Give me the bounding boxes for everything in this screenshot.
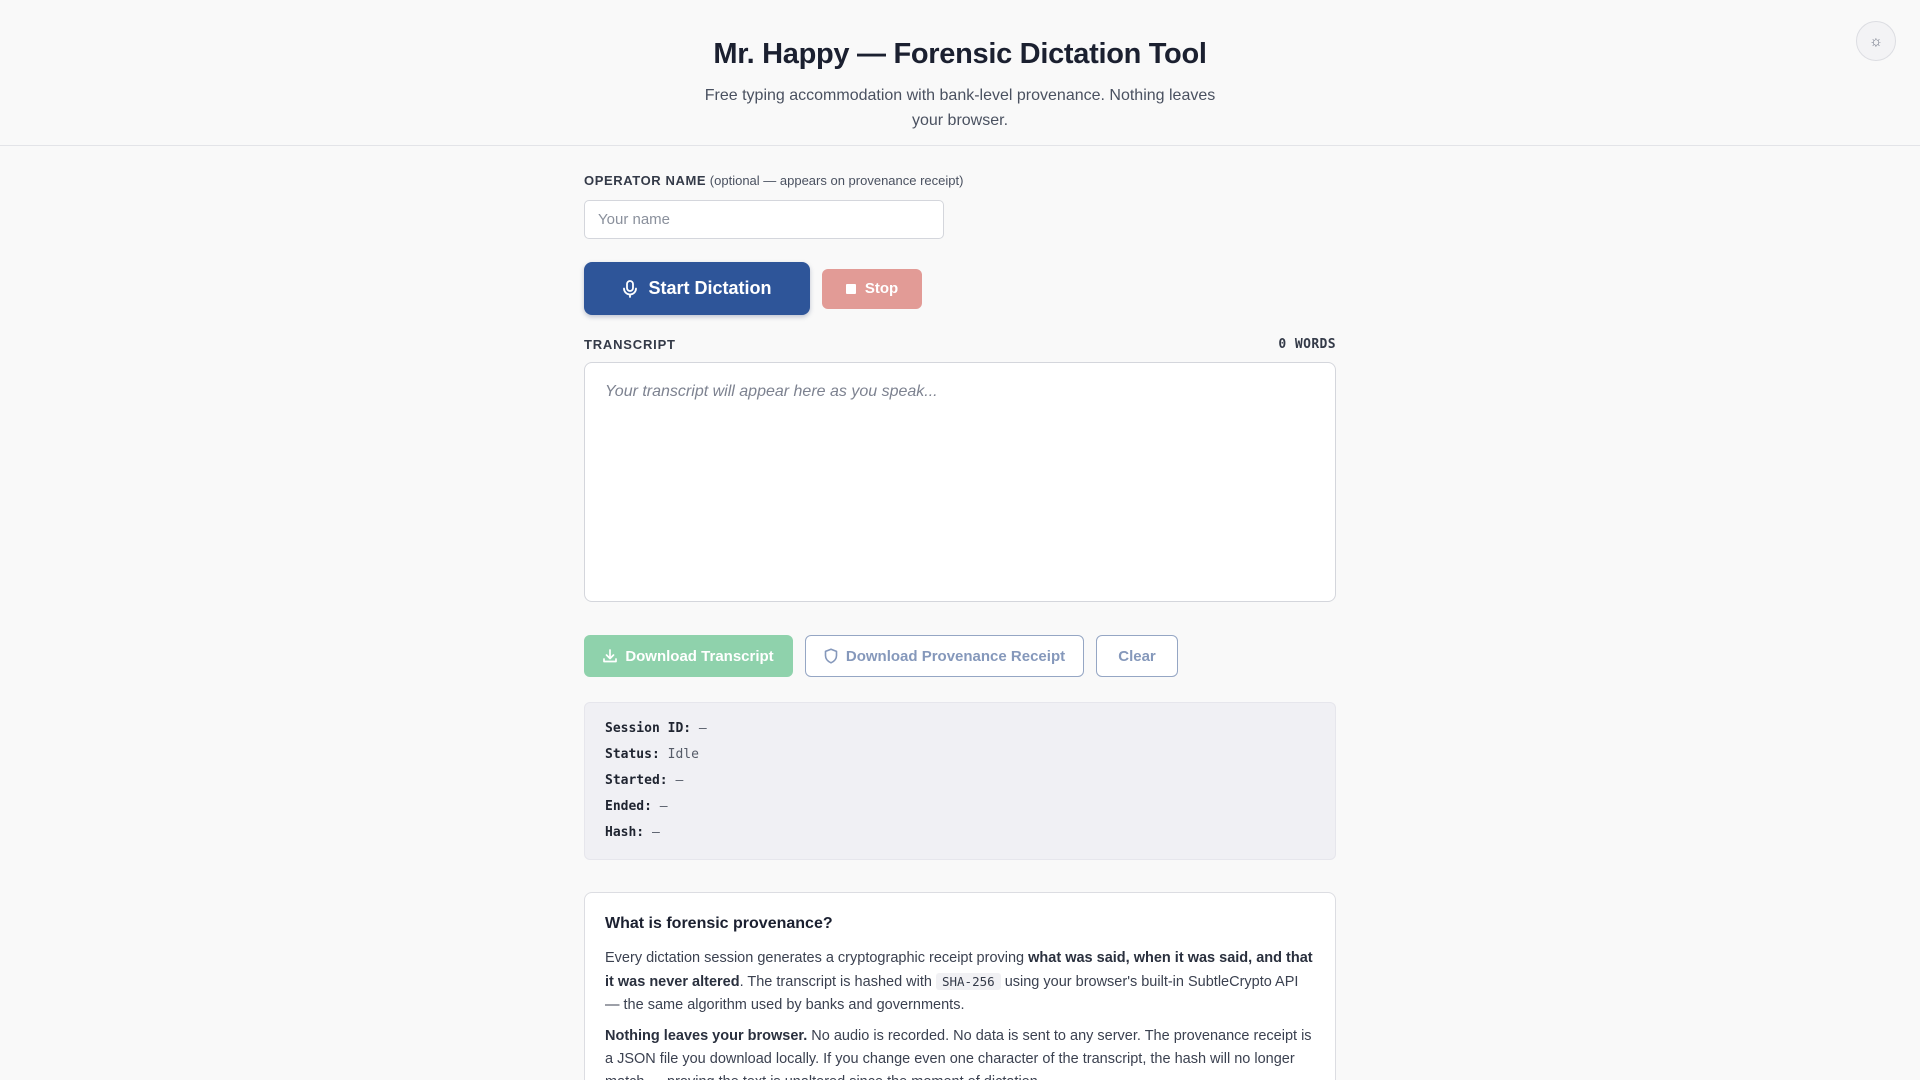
start-dictation-label: Start Dictation <box>648 278 772 298</box>
p2-bold: Nothing leaves your browser. <box>605 1028 808 1044</box>
session-status-value: Idle <box>667 747 699 762</box>
operator-label-hint: (optional — appears on provenance receip… <box>709 173 964 188</box>
provenance-info-card: What is forensic provenance? Every dicta… <box>584 892 1336 1080</box>
session-ended-value: — <box>659 799 668 814</box>
transcript-header: TRANSCRIPT 0 WORDS <box>584 337 1336 352</box>
microphone-icon <box>623 279 638 298</box>
session-hash-label: Hash: <box>605 825 645 840</box>
session-id-label: Session ID: <box>605 721 692 736</box>
download-icon <box>603 649 618 663</box>
theme-toggle-button[interactable]: ☼ <box>1856 21 1896 61</box>
p1-text-a: Every dictation session generates a cryp… <box>605 950 1029 966</box>
stop-icon <box>845 283 856 294</box>
shield-icon <box>824 648 838 664</box>
session-ended-label: Ended: <box>605 799 652 814</box>
download-transcript-label: Download Transcript <box>625 647 774 665</box>
stop-label: Stop <box>864 280 899 297</box>
session-id-row: Session ID: — <box>605 721 1315 747</box>
dictation-controls: Start Dictation Stop <box>584 262 1336 315</box>
operator-name-input[interactable] <box>584 200 944 239</box>
transcript-placeholder: Your transcript will appear here as you … <box>605 383 938 400</box>
start-dictation-button[interactable]: Start Dictation <box>584 262 810 315</box>
session-id-value: — <box>698 721 707 736</box>
download-receipt-button[interactable]: Download Provenance Receipt <box>805 635 1084 677</box>
stop-button[interactable]: Stop <box>822 268 922 309</box>
sun-icon: ☼ <box>1869 32 1883 50</box>
session-status-label: Status: <box>605 747 660 762</box>
session-started-value: — <box>675 773 684 788</box>
main-content: OPERATOR NAME (optional — appears on pro… <box>584 146 1336 1080</box>
provenance-heading: What is forensic provenance? <box>605 915 833 932</box>
session-ended-row: Ended: — <box>605 799 1315 825</box>
session-status-row: Status: Idle <box>605 747 1315 773</box>
clear-label: Clear <box>1118 647 1156 665</box>
provenance-paragraph-2: Nothing leaves your browser. No audio is… <box>605 1025 1315 1080</box>
operator-name-label: OPERATOR NAME (optional — appears on pro… <box>584 173 963 188</box>
word-count: 0 WORDS <box>1278 337 1336 352</box>
session-started-label: Started: <box>605 773 668 788</box>
sha256-code: SHA-256 <box>935 973 1001 990</box>
session-info-panel: Session ID: — Status: Idle Started: — En… <box>584 702 1336 860</box>
session-started-row: Started: — <box>605 773 1315 799</box>
session-hash-value: — <box>651 825 660 840</box>
session-hash-row: Hash: — <box>605 825 1315 851</box>
download-transcript-button[interactable]: Download Transcript <box>584 635 793 677</box>
page-subtitle: Free typing accommodation with bank-leve… <box>704 87 1216 129</box>
provenance-paragraph-1: Every dictation session generates a cryp… <box>605 947 1315 1017</box>
page-header: Mr. Happy — Forensic Dictation Tool Free… <box>0 0 1920 146</box>
action-buttons: Download Transcript Download Provenance … <box>584 635 1336 677</box>
download-receipt-label: Download Provenance Receipt <box>845 647 1066 665</box>
operator-label-text: OPERATOR NAME <box>584 173 707 188</box>
p1-text-c: . The transcript is hashed with <box>739 974 936 990</box>
transcript-label: TRANSCRIPT <box>584 337 676 352</box>
clear-button[interactable]: Clear <box>1096 635 1178 677</box>
transcript-area[interactable]: Your transcript will appear here as you … <box>584 362 1336 602</box>
page-title: Mr. Happy — Forensic Dictation Tool <box>713 38 1207 70</box>
